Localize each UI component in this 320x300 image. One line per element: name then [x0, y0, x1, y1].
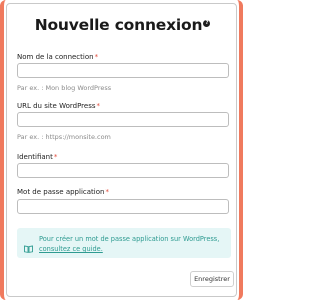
- save-button[interactable]: Enregistrer: [190, 271, 234, 287]
- required-mark: *: [53, 153, 58, 161]
- app-password-label: Mot de passe application*: [17, 188, 109, 196]
- dialog-title: Nouvelle connexion: [34, 16, 203, 34]
- app-password-input[interactable]: [17, 199, 229, 214]
- connection-name-hint: Par ex. : Mon blog WordPress: [17, 84, 112, 92]
- identifier-input[interactable]: [17, 163, 229, 178]
- question-circle-icon[interactable]: ?: [203, 20, 211, 27]
- site-url-input[interactable]: [17, 112, 229, 127]
- site-url-hint: Par ex. : https://monsite.com: [17, 133, 111, 141]
- connection-name-label: Nom de la connection*: [17, 53, 99, 61]
- site-url-label: URL du site WordPress*: [17, 102, 101, 110]
- guide-link[interactable]: consultez ce guide.: [39, 245, 103, 253]
- info-text: Pour créer un mot de passe application s…: [39, 235, 220, 253]
- required-mark: *: [94, 53, 99, 61]
- info-box: Pour créer un mot de passe application s…: [17, 228, 231, 258]
- dialog-title-row: Nouvelle connexion?: [7, 16, 238, 34]
- identifier-label: Identifiant*: [17, 153, 58, 161]
- new-connection-dialog: Nouvelle connexion? Nom de la connection…: [6, 3, 237, 297]
- required-mark: *: [96, 102, 101, 110]
- required-mark: *: [105, 188, 109, 196]
- book-open-icon: [24, 238, 33, 253]
- connection-name-input[interactable]: [17, 63, 229, 78]
